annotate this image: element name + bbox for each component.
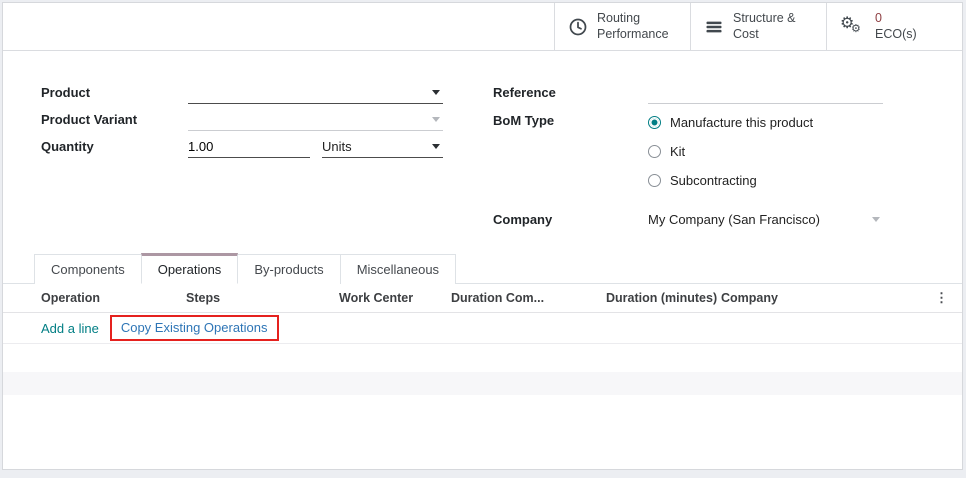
list-header-row: Operation Steps Work Center Duration Com… bbox=[3, 284, 962, 313]
quantity-row: Quantity Units bbox=[41, 133, 443, 160]
optional-columns-icon[interactable]: ⋮ bbox=[934, 290, 948, 306]
operations-list: Operation Steps Work Center Duration Com… bbox=[3, 284, 962, 469]
reference-row: Reference bbox=[493, 79, 893, 106]
radio-label-kit: Kit bbox=[670, 144, 685, 159]
column-header-steps[interactable]: Steps bbox=[186, 291, 339, 305]
radio-option-subcontracting[interactable]: Subcontracting bbox=[648, 166, 893, 195]
list-add-row: Add a line Copy Existing Operations bbox=[3, 313, 962, 344]
company-value: My Company (San Francisco) bbox=[648, 212, 820, 227]
radio-selected-icon[interactable] bbox=[648, 116, 661, 129]
column-header-operation[interactable]: Operation bbox=[41, 291, 186, 305]
quantity-field bbox=[188, 136, 310, 158]
product-row: Product bbox=[41, 79, 443, 106]
company-label: Company bbox=[493, 212, 648, 227]
tab-components[interactable]: Components bbox=[34, 254, 142, 284]
eco-button[interactable]: ⚙ ⚙ 0 ECO(s) bbox=[826, 3, 962, 50]
tab-miscellaneous[interactable]: Miscellaneous bbox=[340, 254, 456, 284]
radio-label-subcontracting: Subcontracting bbox=[670, 173, 757, 188]
quantity-label: Quantity bbox=[41, 139, 188, 154]
bom-type-label: BoM Type bbox=[493, 108, 648, 195]
bom-form-window: Routing Performance Structure & Cost bbox=[2, 2, 963, 470]
company-field[interactable]: My Company (San Francisco) bbox=[648, 212, 883, 227]
notebook-tabs: Components Operations By-products Miscel… bbox=[3, 253, 962, 284]
radio-option-manufacture[interactable]: Manufacture this product bbox=[648, 108, 893, 137]
product-variant-input[interactable] bbox=[188, 110, 428, 128]
chevron-down-icon bbox=[432, 117, 440, 122]
eco-count: 0 bbox=[875, 11, 917, 26]
chevron-down-icon[interactable] bbox=[432, 90, 440, 95]
radio-unselected-icon[interactable] bbox=[648, 174, 661, 187]
product-field bbox=[188, 82, 443, 104]
bars-icon bbox=[704, 17, 724, 37]
structure-cost-label: Structure & Cost bbox=[733, 11, 796, 42]
quantity-input[interactable] bbox=[188, 137, 310, 155]
chevron-down-icon[interactable] bbox=[432, 144, 440, 149]
bom-form-sheet: Product Product Variant Quantity bbox=[3, 51, 962, 253]
column-header-company[interactable]: Company bbox=[721, 291, 934, 305]
tab-operations[interactable]: Operations bbox=[141, 253, 239, 284]
reference-input[interactable] bbox=[648, 83, 883, 101]
reference-label: Reference bbox=[493, 85, 648, 100]
product-variant-label: Product Variant bbox=[41, 112, 188, 127]
empty-list-area bbox=[3, 395, 962, 469]
tab-by-products[interactable]: By-products bbox=[237, 254, 340, 284]
eco-label: 0 ECO(s) bbox=[875, 11, 917, 42]
uom-field[interactable]: Units bbox=[322, 136, 443, 158]
column-header-duration-minutes[interactable]: Duration (minutes) bbox=[606, 291, 721, 305]
structure-cost-button[interactable]: Structure & Cost bbox=[690, 3, 826, 50]
routing-label-line2: Performance bbox=[597, 27, 669, 42]
stat-buttons: Routing Performance Structure & Cost bbox=[554, 3, 962, 50]
bom-type-row: BoM Type Manufacture this product Kit Su… bbox=[493, 108, 893, 195]
product-input[interactable] bbox=[188, 83, 428, 101]
status-bar: Routing Performance Structure & Cost bbox=[3, 3, 962, 51]
form-right-column: Reference BoM Type Manufacture this prod… bbox=[493, 79, 893, 253]
annotation-highlight-box: Copy Existing Operations bbox=[110, 315, 279, 341]
routing-performance-button[interactable]: Routing Performance bbox=[554, 3, 690, 50]
quantity-fields: Units bbox=[188, 136, 443, 158]
structure-label-line1: Structure & bbox=[733, 11, 796, 26]
product-variant-row: Product Variant bbox=[41, 106, 443, 133]
empty-list-row-striped bbox=[3, 372, 962, 395]
gear-small-glyph: ⚙ bbox=[851, 24, 861, 35]
eco-label-text: ECO(s) bbox=[875, 27, 917, 42]
column-header-duration-computation[interactable]: Duration Com... bbox=[451, 291, 606, 305]
add-a-line-link[interactable]: Add a line bbox=[41, 321, 99, 336]
product-label: Product bbox=[41, 85, 188, 100]
chevron-down-icon bbox=[872, 217, 880, 222]
product-variant-field bbox=[188, 109, 443, 131]
column-header-work-center[interactable]: Work Center bbox=[339, 291, 451, 305]
gears-icon: ⚙ ⚙ bbox=[840, 15, 866, 39]
bom-type-options: Manufacture this product Kit Subcontract… bbox=[648, 108, 893, 195]
radio-label-manufacture: Manufacture this product bbox=[670, 115, 813, 130]
radio-option-kit[interactable]: Kit bbox=[648, 137, 893, 166]
routing-label-line1: Routing bbox=[597, 11, 669, 26]
empty-list-row bbox=[3, 344, 962, 372]
reference-field bbox=[648, 82, 883, 104]
radio-unselected-icon[interactable] bbox=[648, 145, 661, 158]
structure-label-line2: Cost bbox=[733, 27, 796, 42]
uom-value: Units bbox=[322, 139, 352, 154]
routing-performance-label: Routing Performance bbox=[597, 11, 669, 42]
copy-existing-operations-link[interactable]: Copy Existing Operations bbox=[121, 320, 268, 335]
clock-icon bbox=[568, 17, 588, 37]
form-left-column: Product Product Variant Quantity bbox=[41, 79, 443, 253]
company-row: Company My Company (San Francisco) bbox=[493, 206, 893, 233]
